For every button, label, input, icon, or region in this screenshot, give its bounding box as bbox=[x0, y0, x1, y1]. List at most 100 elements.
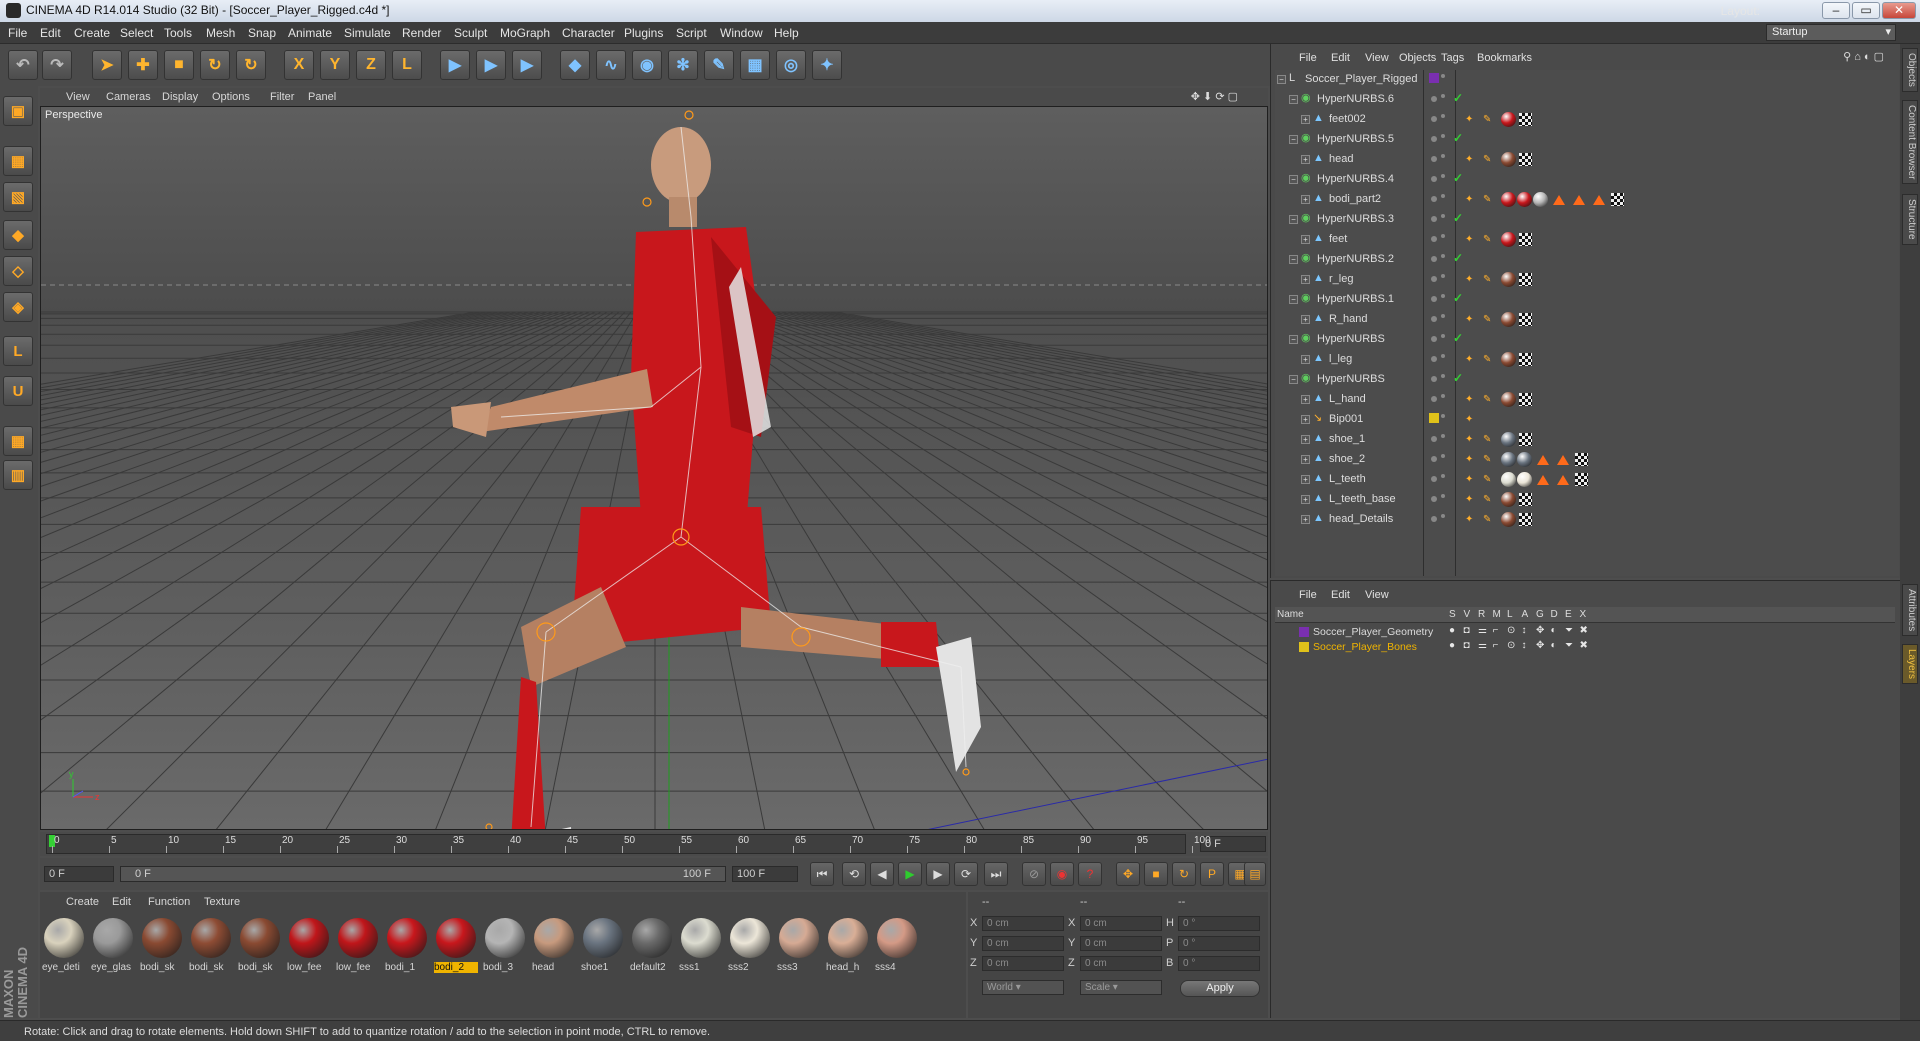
weight-tag-icon[interactable]: ✦ bbox=[1465, 274, 1479, 285]
expand-toggle[interactable]: − bbox=[1289, 255, 1298, 264]
layer-toggle-icon[interactable]: ● bbox=[1449, 640, 1455, 651]
expand-toggle[interactable]: − bbox=[1289, 135, 1298, 144]
layer-toggle-icon[interactable]: ◐ bbox=[1551, 640, 1557, 651]
material-menu-function[interactable]: Function bbox=[148, 896, 190, 908]
weight-tag-icon[interactable]: ✦ bbox=[1465, 314, 1479, 325]
material-tag[interactable] bbox=[1501, 432, 1516, 447]
layer-toggle-icon[interactable]: ◘ bbox=[1464, 625, 1470, 636]
editor-visibility-dot[interactable] bbox=[1431, 336, 1437, 342]
layer-toggle-icon[interactable]: ⌐ bbox=[1493, 640, 1499, 651]
editor-visibility-dot[interactable] bbox=[1431, 496, 1437, 502]
render-visibility-dot[interactable] bbox=[1441, 334, 1445, 338]
select-icon[interactable]: ➤ bbox=[92, 50, 122, 80]
menu-simulate[interactable]: Simulate bbox=[344, 26, 391, 40]
editor-visibility-dot[interactable] bbox=[1431, 376, 1437, 382]
timeline-window-button[interactable]: ▤ bbox=[1244, 862, 1266, 886]
menu-create[interactable]: Create bbox=[74, 26, 110, 40]
viewport-nav-icons[interactable]: ✥ ⬇ ⟳ ▢ bbox=[1191, 90, 1238, 103]
skin-tag-icon[interactable]: ✎ bbox=[1483, 474, 1497, 485]
undo-icon[interactable]: ↶ bbox=[8, 50, 38, 80]
material-swatch[interactable]: bodi_sk bbox=[189, 916, 233, 982]
expand-toggle[interactable]: + bbox=[1301, 435, 1310, 444]
redo-icon[interactable]: ↷ bbox=[42, 50, 72, 80]
object-row[interactable]: + ▲ shoe_2 ✦ ✎ bbox=[1275, 450, 1899, 470]
expand-toggle[interactable]: + bbox=[1301, 155, 1310, 164]
render-visibility-dot[interactable] bbox=[1441, 374, 1445, 378]
render-visibility-dot[interactable] bbox=[1441, 114, 1445, 118]
expand-toggle[interactable]: − bbox=[1277, 75, 1286, 84]
layer-toggle-icon[interactable]: ⏷ bbox=[1565, 625, 1573, 636]
layer-toggle-icon[interactable]: ✖ bbox=[1580, 640, 1588, 651]
object-menu-file[interactable]: File bbox=[1299, 52, 1317, 64]
render-visibility-dot[interactable] bbox=[1441, 254, 1445, 258]
edit-render-settings-icon[interactable]: ▶ bbox=[512, 50, 542, 80]
timeline-ruler[interactable]: 0 F 0 5 10 15 20 25 30 35 40 45 50 55 60 65 70 75 80 85 90… bbox=[40, 832, 1268, 856]
uvw-tag-icon[interactable] bbox=[1519, 353, 1532, 366]
editor-visibility-dot[interactable] bbox=[1431, 436, 1437, 442]
timeline-track[interactable] bbox=[46, 834, 1186, 854]
bone-tag-icon[interactable]: ✦ bbox=[1465, 414, 1479, 425]
render-picture-viewer-icon[interactable]: ▶ bbox=[476, 50, 506, 80]
menu-select[interactable]: Select bbox=[120, 26, 153, 40]
material-menu-edit[interactable]: Edit bbox=[112, 896, 131, 908]
cube-icon[interactable]: ◆ bbox=[560, 50, 590, 80]
side-tab-content-browser[interactable]: Content Browser bbox=[1902, 100, 1918, 185]
material-tag[interactable] bbox=[1501, 312, 1516, 327]
minimize-button[interactable]: ‒ bbox=[1822, 2, 1850, 19]
expand-toggle[interactable]: + bbox=[1301, 415, 1310, 424]
material-swatch[interactable]: bodi_1 bbox=[385, 916, 429, 982]
camera-icon[interactable]: ◎ bbox=[776, 50, 806, 80]
render-visibility-dot[interactable] bbox=[1441, 434, 1445, 438]
object-row[interactable]: − ◉ HyperNURBS.2 ✓ bbox=[1275, 250, 1899, 270]
expand-toggle[interactable]: + bbox=[1301, 475, 1310, 484]
object-row[interactable]: + ↘ Bip001 ✦ bbox=[1275, 410, 1899, 430]
material-tag[interactable] bbox=[1501, 192, 1516, 207]
material-tag[interactable] bbox=[1501, 352, 1516, 367]
viewport-menu-options[interactable]: Options bbox=[212, 91, 250, 103]
play-button[interactable]: ▶ bbox=[898, 862, 922, 886]
layer-menu-view[interactable]: View bbox=[1365, 589, 1389, 601]
layer-toggle-icon[interactable]: ⌐ bbox=[1493, 625, 1499, 636]
material-tag[interactable] bbox=[1501, 112, 1516, 127]
viewport-menu-filter[interactable]: Filter bbox=[270, 91, 294, 103]
end-frame-field[interactable]: 100 F bbox=[732, 866, 798, 882]
selection-tag-icon[interactable] bbox=[1593, 195, 1605, 205]
expand-toggle[interactable]: + bbox=[1301, 315, 1310, 324]
selection-tag-icon[interactable] bbox=[1573, 195, 1585, 205]
light-icon[interactable]: ✦ bbox=[812, 50, 842, 80]
editor-visibility-dot[interactable] bbox=[1431, 176, 1437, 182]
object-row[interactable]: + ▲ feet ✦ ✎ bbox=[1275, 230, 1899, 250]
recent-rotate-icon[interactable]: ↻ bbox=[236, 50, 266, 80]
object-row[interactable]: + ▲ feet002 ✦ ✎ bbox=[1275, 110, 1899, 130]
object-row[interactable]: + ▲ head_Details ✦ ✎ bbox=[1275, 510, 1899, 530]
menu-script[interactable]: Script bbox=[676, 26, 707, 40]
skin-tag-icon[interactable]: ✎ bbox=[1483, 314, 1497, 325]
workplane-icon[interactable]: ▧ bbox=[3, 182, 33, 212]
object-row[interactable]: − ◉ HyperNURBS.5 ✓ bbox=[1275, 130, 1899, 150]
object-row[interactable]: + ▲ L_teeth ✦ ✎ bbox=[1275, 470, 1899, 490]
menu-edit[interactable]: Edit bbox=[40, 26, 61, 40]
uvw-tag-icon[interactable] bbox=[1519, 273, 1532, 286]
lock-workplane-icon[interactable]: ▥ bbox=[3, 460, 33, 490]
render-visibility-dot[interactable] bbox=[1441, 234, 1445, 238]
material-swatch[interactable]: sss2 bbox=[728, 916, 772, 982]
skin-tag-icon[interactable]: ✎ bbox=[1483, 394, 1497, 405]
editor-visibility-dot[interactable] bbox=[1431, 96, 1437, 102]
menu-plugins[interactable]: Plugins bbox=[624, 26, 663, 40]
layer-toggle-icon[interactable]: ↕ bbox=[1522, 640, 1527, 651]
layer-toggle-icon[interactable]: ↕ bbox=[1522, 625, 1527, 636]
material-tag[interactable] bbox=[1501, 152, 1516, 167]
edges-mode-icon[interactable]: ◇ bbox=[3, 256, 33, 286]
material-swatch[interactable]: bodi_sk bbox=[140, 916, 184, 982]
menu-character[interactable]: Character bbox=[562, 26, 615, 40]
render-visibility-dot[interactable] bbox=[1441, 494, 1445, 498]
material-tag[interactable] bbox=[1501, 272, 1516, 287]
coord-size-y[interactable]: 0 cm bbox=[1080, 936, 1162, 951]
skin-tag-icon[interactable]: ✎ bbox=[1483, 454, 1497, 465]
uvw-tag-icon[interactable] bbox=[1519, 433, 1532, 446]
editor-visibility-dot[interactable] bbox=[1431, 316, 1437, 322]
menu-help[interactable]: Help bbox=[774, 26, 799, 40]
expand-toggle[interactable]: + bbox=[1301, 395, 1310, 404]
object-menu-edit[interactable]: Edit bbox=[1331, 52, 1350, 64]
uvw-tag-icon[interactable] bbox=[1519, 113, 1532, 126]
